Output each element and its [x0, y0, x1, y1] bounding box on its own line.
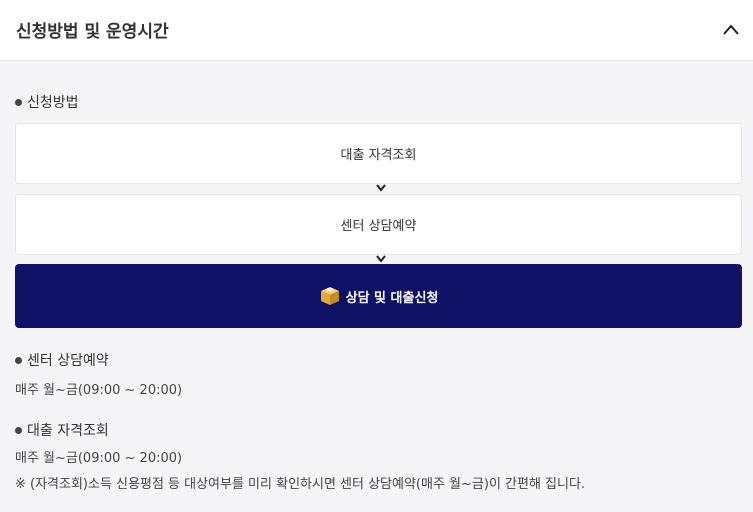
- center-hours: 매주 월~금(09:00 ~ 20:00): [15, 383, 183, 398]
- cta-label: 상담 및 대출신청: [345, 290, 439, 306]
- step-loan-qualification: 대출 자격조회: [15, 123, 742, 184]
- chevron-down-icon: [376, 184, 386, 192]
- info-note: ※ (자격조회)소득 신용평점 등 대상여부를 미리 확인하시면 센터 상담예약…: [15, 477, 586, 492]
- chevron-up-icon[interactable]: [721, 20, 741, 40]
- center-reservation-label: 센터 상담예약: [27, 353, 109, 369]
- apply-method-label: 신청방법: [27, 95, 79, 111]
- apply-consultation-button[interactable]: 상담 및 대출신청: [15, 264, 742, 328]
- bullet-dot: [15, 98, 22, 106]
- section-title: 신청방법 및 운영시간: [16, 22, 169, 42]
- box-icon: [320, 287, 339, 305]
- loan-qualification-heading: 대출 자격조회: [15, 420, 109, 440]
- chevron-down-icon: [376, 255, 386, 263]
- center-reservation-heading: 센터 상담예약: [15, 350, 109, 370]
- loan-hours: 매주 월~금(09:00 ~ 20:00): [15, 451, 183, 466]
- step-label: 센터 상담예약: [340, 219, 417, 234]
- bullet-dot: [15, 426, 22, 434]
- step-label: 대출 자격조회: [340, 148, 417, 163]
- section-header[interactable]: 신청방법 및 운영시간: [0, 0, 753, 61]
- apply-method-heading: 신청방법: [15, 92, 79, 112]
- bullet-dot: [15, 356, 22, 364]
- loan-qualification-label: 대출 자격조회: [27, 423, 109, 439]
- step-center-reservation: 센터 상담예약: [15, 194, 742, 255]
